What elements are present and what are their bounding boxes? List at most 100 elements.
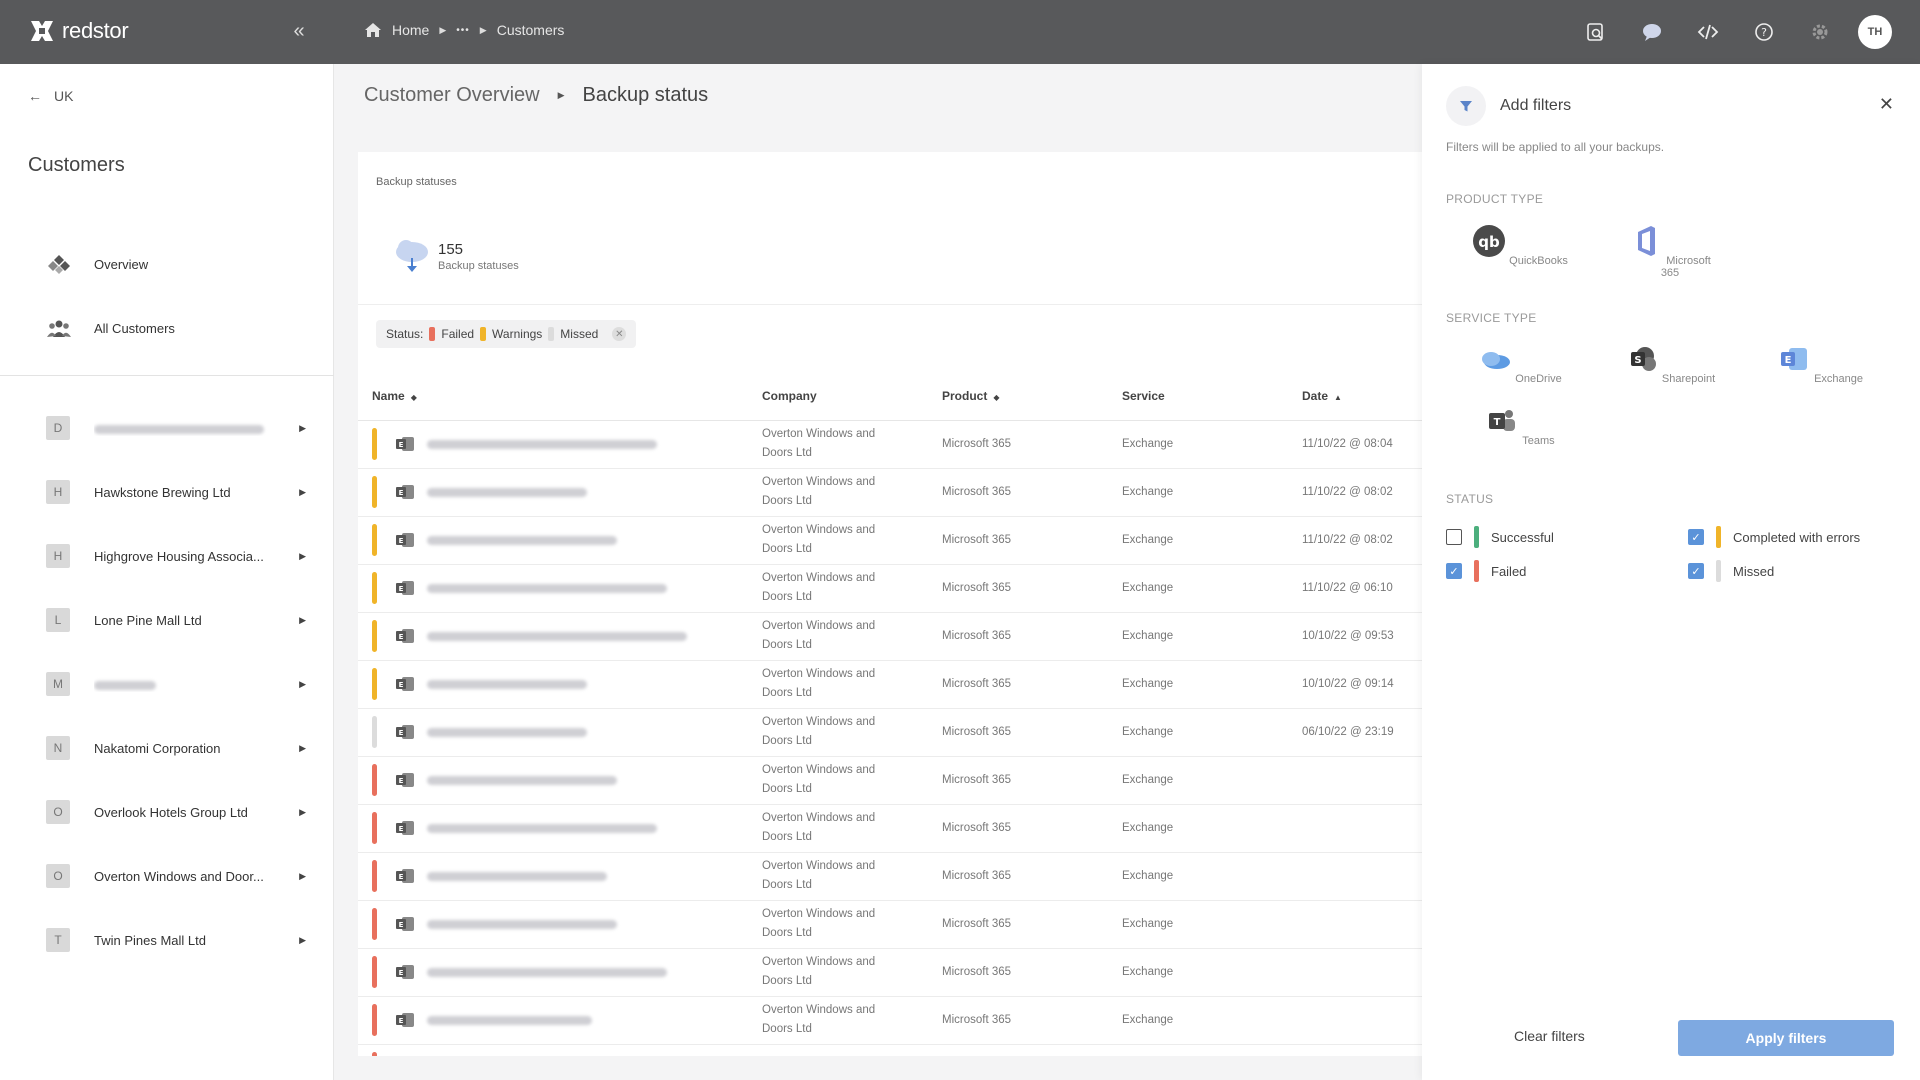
checkbox-checked[interactable]: ✓ [1688,529,1704,545]
page-title: Backup status [582,84,709,106]
table-row[interactable]: E Overton Windows and Doors Ltd Microsoft 3… [358,564,1422,613]
cell-name: E [358,708,762,757]
col-product[interactable]: Product ◆ [942,372,1122,421]
customer-item[interactable]: H Hawkstone Brewing Ltd ▶ [46,460,306,524]
cell-product [942,1044,1122,1056]
svg-text:E: E [399,489,404,497]
exchange-icon: E [396,725,414,739]
status-flag [372,476,377,508]
exchange-icon: E [1781,348,1807,370]
backup-status-card: Backup statuses 155 Backup statuses Stat… [358,152,1422,1056]
breadcrumb-more[interactable]: ••• [456,25,470,36]
chip-failed: Failed [441,327,475,341]
service-exchange[interactable]: E Exchange [1770,342,1870,385]
table-row[interactable]: E Overton Windows and Doors Ltd Microsoft 3… [358,660,1422,709]
checkbox-checked[interactable]: ✓ [1446,563,1462,579]
table-row[interactable]: E Overton Windows and Doors Ltd Microsoft 3… [358,900,1422,949]
service-sharepoint[interactable]: S Sharepoint [1620,342,1720,385]
product-quickbooks[interactable]: qb QuickBooks [1470,224,1570,267]
status-filter-chip[interactable]: Status: Failed Warnings Missed ✕ [376,320,637,348]
backup-table: Name ◆ Company Product ◆ Service Date ▲ E Ov… [358,372,1422,1056]
gear-icon[interactable] [1792,14,1848,50]
table-row[interactable]: E Overton Windows and Doors Ltd Microsoft 3… [358,804,1422,853]
redstor-logo[interactable]: redstor [28,17,129,45]
table-row[interactable]: E Overton Windows and Doors Ltd Microsoft 3… [358,948,1422,997]
user-avatar[interactable]: TH [1858,15,1892,49]
col-date[interactable]: Date ▲ [1302,372,1422,421]
help-icon[interactable]: ? [1736,14,1792,50]
svg-text:E: E [399,537,404,545]
product-microsoft-365[interactable]: Microsoft 365 [1620,224,1720,279]
table-row[interactable]: EOverton Windows and [358,1044,1422,1056]
clear-chip-icon[interactable]: ✕ [612,327,627,341]
missed-color-bar [548,327,555,341]
customer-item[interactable]: O Overton Windows and Door... ▶ [46,844,306,908]
sidebar-title: Customers [28,154,125,176]
customer-item[interactable]: D ▶ [46,396,306,460]
redacted-email [427,487,587,497]
chat-icon[interactable] [1624,14,1680,50]
table-row[interactable]: E Overton Windows and Doors Ltd Microsoft 3… [358,516,1422,565]
col-name[interactable]: Name ◆ [358,372,762,421]
customer-item[interactable]: T Twin Pines Mall Ltd ▶ [46,908,306,972]
exchange-icon: E [396,773,414,787]
status-option-failed[interactable]: ✓ Failed [1446,560,1526,582]
stat-label: Backup statuses [438,259,519,272]
customer-name-redacted [94,421,292,436]
overview-icon [48,255,70,274]
table-row[interactable]: E Overton Windows and Doors Ltd Microsoft 3… [358,852,1422,901]
breadcrumb-customer-overview[interactable]: Customer Overview [364,84,540,107]
status-title: STATUS [1446,492,1494,506]
sidebar-item-overview[interactable]: Overview [46,232,175,296]
sharepoint-icon: S [1630,347,1656,371]
customer-item[interactable]: H Highgrove Housing Associa... ▶ [46,524,306,588]
close-icon[interactable]: ✕ [1879,94,1894,115]
search-icon[interactable] [1568,14,1624,50]
customer-name: Hawkstone Brewing Ltd [94,484,231,500]
table-row[interactable]: E Overton Windows and Doors Ltd Microsoft 3… [358,756,1422,805]
col-company: Company [762,372,942,421]
table-row[interactable]: E Overton Windows and Doors Ltd Microsoft 3… [358,468,1422,517]
status-option-missed[interactable]: ✓ Missed [1688,560,1774,582]
status-option-successful[interactable]: Successful [1446,526,1554,548]
sidebar-item-label: All Customers [94,320,175,336]
sidebar-item-all-customers[interactable]: All Customers [46,296,175,360]
cell-product: Microsoft 365 [942,900,1122,949]
cell-product: Microsoft 365 [942,948,1122,997]
cell-service: Exchange [1122,708,1302,757]
svg-text:E: E [399,777,404,785]
table-row[interactable]: E Overton Windows and Doors Ltd Microsoft 3… [358,708,1422,757]
backup-stat: 155 Backup statuses [394,236,519,276]
service-onedrive[interactable]: OneDrive [1470,342,1570,385]
code-icon[interactable] [1680,14,1736,50]
redacted-email [427,727,587,737]
home-icon[interactable] [364,22,382,38]
customer-item[interactable]: M ▶ [46,652,306,716]
service-teams[interactable]: T Teams [1470,404,1570,447]
table-row[interactable]: E Overton Windows and Doors Ltd Microsoft 3… [358,612,1422,661]
quickbooks-icon: qb [1473,225,1506,257]
checkbox-unchecked[interactable] [1446,529,1462,545]
customer-letter: L [46,608,70,632]
svg-text:?: ? [1761,26,1767,39]
exchange-icon: E [396,581,414,595]
table-row[interactable]: E Overton Windows and Doors Ltd Microsoft 3… [358,420,1422,469]
customer-item[interactable]: N Nakatomi Corporation ▶ [46,716,306,780]
chevron-right-icon: ▶ [299,742,306,753]
breadcrumb-home[interactable]: Home [392,22,429,38]
status-option-completed-with-errors[interactable]: ✓ Completed with errors [1688,526,1860,548]
customer-item[interactable]: O Overlook Hotels Group Ltd ▶ [46,780,306,844]
chip-missed: Missed [560,327,599,341]
cell-product: Microsoft 365 [942,468,1122,517]
filter-panel: Add filters ✕ Filters will be applied to… [1422,64,1920,1080]
apply-filters-button[interactable]: Apply filters [1678,1020,1894,1056]
cell-service: Exchange [1122,948,1302,997]
table-row[interactable]: E Overton Windows and Doors Ltd Microsoft 3… [358,996,1422,1045]
checkbox-checked[interactable]: ✓ [1688,563,1704,579]
collapse-sidebar-icon[interactable]: « [288,20,310,42]
breadcrumb-customers[interactable]: Customers [497,22,565,38]
customer-item[interactable]: L Lone Pine Mall Ltd ▶ [46,588,306,652]
chevron-right-icon: ▶ [299,870,306,881]
back-link[interactable]: ← UK [28,88,73,104]
clear-filters-button[interactable]: Clear filters [1514,1028,1585,1044]
